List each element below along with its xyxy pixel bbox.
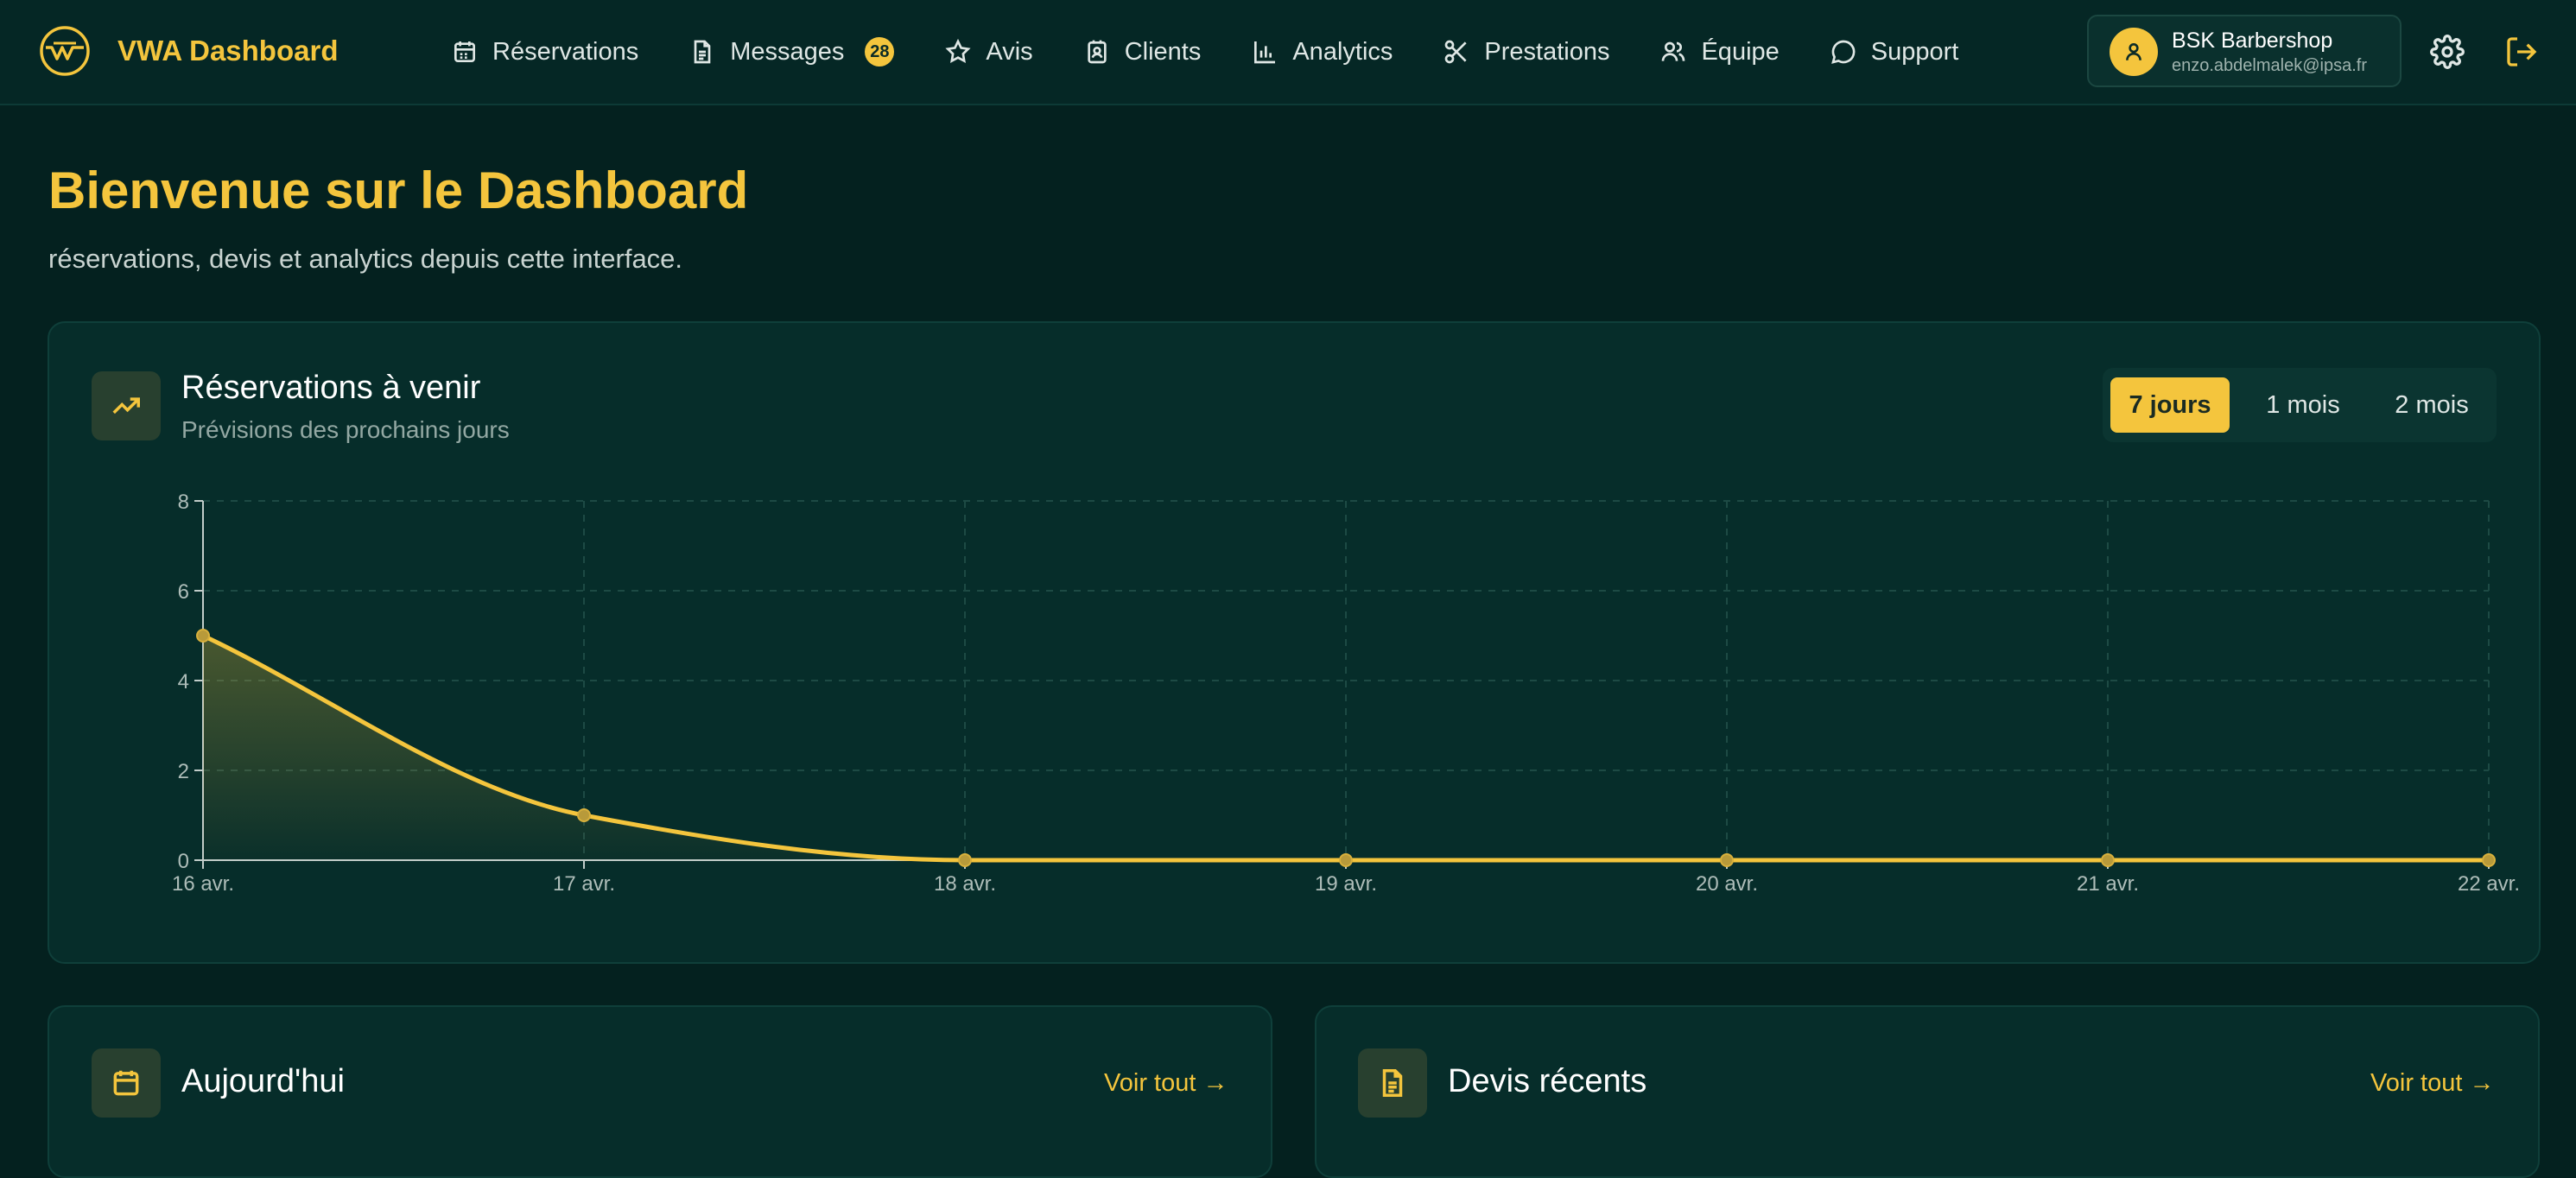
card-title: Devis récents: [1448, 1063, 1647, 1099]
x-tick-label: 16 avr.: [172, 872, 234, 896]
quotes-see-all-link[interactable]: Voir tout →: [2370, 1069, 2494, 1098]
data-point: [958, 853, 972, 867]
calendar-icon: [113, 1070, 139, 1096]
y-tick-label: 8: [178, 491, 189, 514]
data-point: [1339, 853, 1353, 867]
y-tick-label: 0: [178, 850, 189, 873]
card-icon: [92, 1048, 161, 1118]
reservations-forecast-chart: 0 2 4 6 8 16 avr. 17 avr. 18 avr. 19 avr. 20 avr.…: [172, 491, 2520, 896]
x-tick-label: 19 avr.: [1315, 872, 1377, 896]
card-title: Aujourd'hui: [181, 1063, 345, 1099]
today-see-all-link[interactable]: Voir tout →: [1104, 1069, 1228, 1098]
y-tick-label: 6: [178, 580, 189, 604]
data-point: [2101, 853, 2115, 867]
y-tick-label: 4: [178, 670, 189, 694]
data-point: [577, 808, 591, 822]
x-tick-label: 20 avr.: [1696, 872, 1758, 896]
data-point: [1720, 853, 1734, 867]
x-tick-label: 22 avr.: [2458, 872, 2520, 896]
data-point: [2482, 853, 2496, 867]
card-icon: [1358, 1048, 1427, 1118]
y-tick-label: 2: [178, 760, 189, 783]
x-tick-label: 18 avr.: [934, 872, 996, 896]
x-tick-label: 17 avr.: [553, 872, 615, 896]
data-point: [196, 629, 210, 643]
document-icon: [1382, 1069, 1403, 1097]
x-tick-label: 21 avr.: [2077, 872, 2139, 896]
